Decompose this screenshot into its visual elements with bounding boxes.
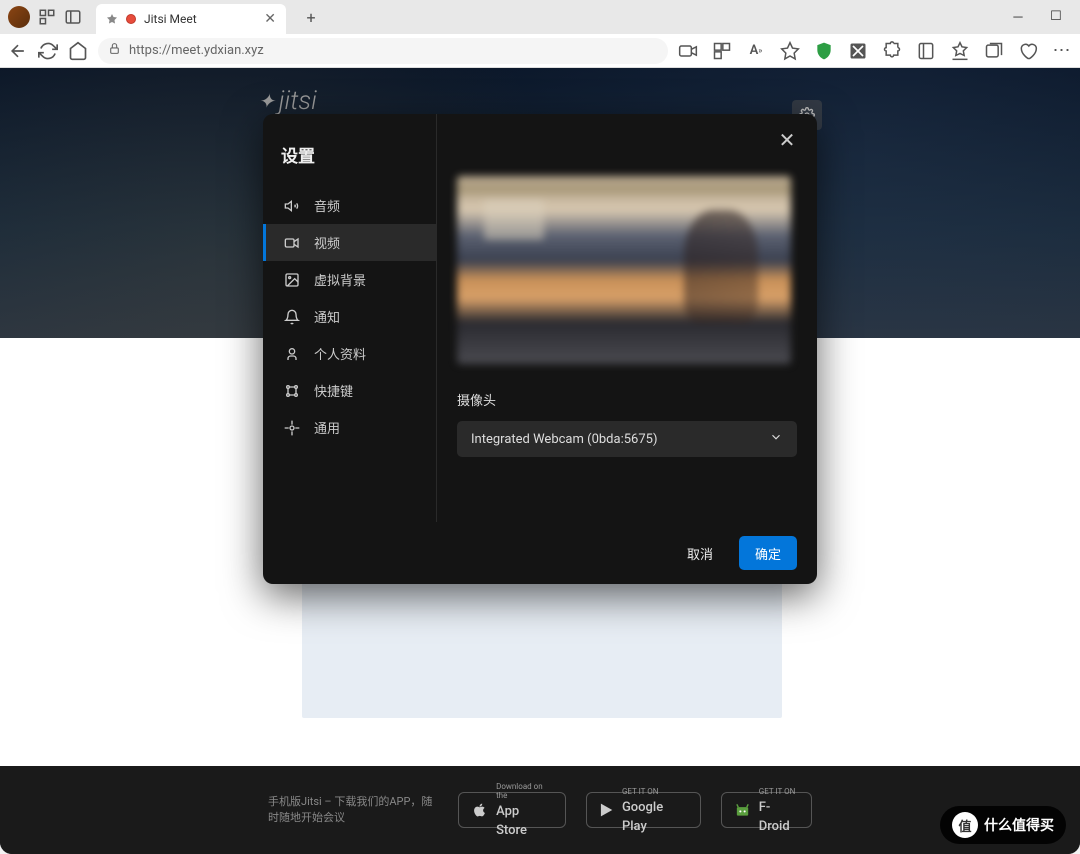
minimize-button[interactable]: ─ xyxy=(1010,9,1026,25)
favorites-bar-icon[interactable] xyxy=(950,41,970,61)
ok-button[interactable]: 确定 xyxy=(739,536,797,570)
camera-preview xyxy=(457,176,791,364)
new-tab-button[interactable]: + xyxy=(298,8,324,27)
text-size-icon[interactable]: A» xyxy=(746,41,766,61)
modal-close-button[interactable]: ✕ xyxy=(775,128,799,152)
sidebar-item-notifications[interactable]: 通知 xyxy=(263,298,436,335)
extensions-icon[interactable] xyxy=(712,41,732,61)
lock-icon xyxy=(108,42,121,59)
watermark-circle: 值 xyxy=(952,812,978,838)
app-viewport: ✦jitsi 设置 音频 视频 虚拟背景 通知 个人资料 快捷键 通用 ✕ 摄像… xyxy=(0,68,1080,854)
fdroid-icon xyxy=(734,801,751,819)
heart-icon[interactable] xyxy=(1018,41,1038,61)
googleplay-button[interactable]: GET IT ONGoogle Play xyxy=(586,792,701,828)
refresh-button[interactable] xyxy=(38,41,58,61)
fdroid-button[interactable]: GET IT ONF-Droid xyxy=(721,792,812,828)
sidebar-item-audio[interactable]: 音频 xyxy=(263,187,436,224)
footer-text: 手机版Jitsi – 下载我们的APP，随时随地开始会议 xyxy=(268,794,438,827)
browser-titlebar: Jitsi Meet ✕ + ─ ☐ xyxy=(0,0,1080,34)
appstore-button[interactable]: Download on theApp Store xyxy=(458,792,566,828)
modal-footer: 取消 确定 xyxy=(263,522,817,584)
sidebar-item-video[interactable]: 视频 xyxy=(263,224,436,261)
camera-permission-icon[interactable] xyxy=(678,41,698,61)
camera-label: 摄像头 xyxy=(457,390,797,409)
home-button[interactable] xyxy=(68,41,88,61)
back-button[interactable] xyxy=(8,41,28,61)
sidebar-item-virtual-bg[interactable]: 虚拟背景 xyxy=(263,261,436,298)
sidebar-item-shortcuts[interactable]: 快捷键 xyxy=(263,372,436,409)
watermark-text: 什么值得买 xyxy=(984,815,1054,835)
tab-title: Jitsi Meet xyxy=(144,12,197,26)
settings-title: 设置 xyxy=(263,128,436,187)
cancel-button[interactable]: 取消 xyxy=(671,536,729,570)
url-text: https://meet.ydxian.xyz xyxy=(129,43,264,58)
sidebar-item-general[interactable]: 通用 xyxy=(263,409,436,446)
collections-icon[interactable] xyxy=(916,41,936,61)
puzzle-icon[interactable] xyxy=(882,41,902,61)
collections2-icon[interactable] xyxy=(984,41,1004,61)
chevron-down-icon xyxy=(769,430,783,448)
settings-modal: 设置 音频 视频 虚拟背景 通知 个人资料 快捷键 通用 ✕ 摄像头 Integ… xyxy=(263,114,817,584)
shield-icon[interactable] xyxy=(814,41,834,61)
browser-tab[interactable]: Jitsi Meet ✕ xyxy=(96,4,286,34)
camera-select-value: Integrated Webcam (0bda:5675) xyxy=(471,432,657,447)
camera-select[interactable]: Integrated Webcam (0bda:5675) xyxy=(457,421,797,457)
sidebar-item-profile[interactable]: 个人资料 xyxy=(263,335,436,372)
jitsi-logo: ✦jitsi xyxy=(258,86,317,116)
sidebar-toggle-icon[interactable] xyxy=(64,8,82,26)
workspaces-icon[interactable] xyxy=(38,8,56,26)
more-button[interactable]: ⋯ xyxy=(1052,41,1072,61)
tab-close-button[interactable]: ✕ xyxy=(264,11,276,27)
screenshot-icon[interactable] xyxy=(848,41,868,61)
url-field[interactable]: https://meet.ydxian.xyz xyxy=(98,38,668,64)
apple-icon xyxy=(471,801,488,819)
profile-avatar[interactable] xyxy=(8,6,30,28)
favorite-icon[interactable] xyxy=(780,41,800,61)
address-bar: https://meet.ydxian.xyz A» ⋯ xyxy=(0,34,1080,68)
recording-indicator-icon xyxy=(126,14,136,24)
settings-content: ✕ 摄像头 Integrated Webcam (0bda:5675) xyxy=(437,114,817,522)
play-icon xyxy=(599,802,614,818)
maximize-button[interactable]: ☐ xyxy=(1048,9,1064,25)
app-footer: 手机版Jitsi – 下载我们的APP，随时随地开始会议 Download on… xyxy=(0,766,1080,854)
watermark-badge: 值 什么值得买 xyxy=(940,806,1066,844)
tab-favicon-icon xyxy=(106,13,118,25)
settings-sidebar: 设置 音频 视频 虚拟背景 通知 个人资料 快捷键 通用 xyxy=(263,114,437,522)
